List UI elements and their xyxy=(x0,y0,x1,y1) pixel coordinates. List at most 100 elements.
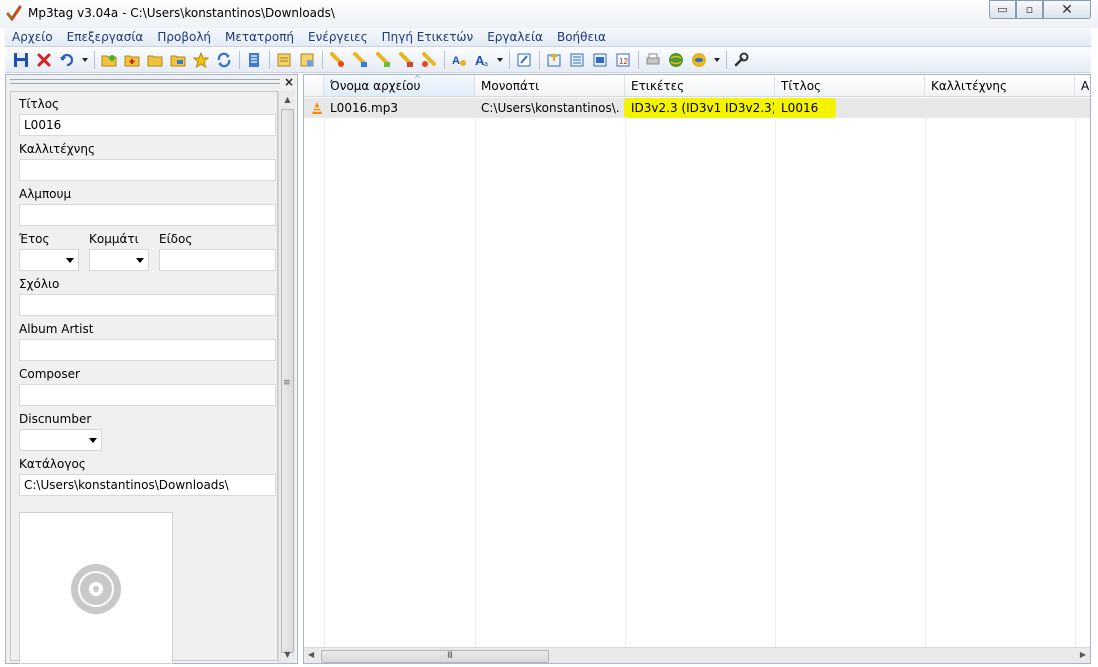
comment-field[interactable] xyxy=(19,294,276,316)
folder-icon[interactable] xyxy=(145,50,165,70)
refresh-icon[interactable] xyxy=(214,50,234,70)
column-header-more[interactable]: A xyxy=(1075,75,1090,97)
menu-edit[interactable]: Επεξεργασία xyxy=(60,30,151,44)
album-label: Αλμπουμ xyxy=(19,187,72,201)
tag-to-filename-icon[interactable] xyxy=(274,50,294,70)
print-icon[interactable] xyxy=(643,50,663,70)
add-folder-icon[interactable] xyxy=(122,50,142,70)
tag-panel-scrollbar[interactable]: ▲ ≡ ▼ xyxy=(278,91,295,663)
toolbar-separator xyxy=(509,51,510,69)
edit-icon[interactable] xyxy=(514,50,534,70)
list-icon[interactable] xyxy=(244,50,264,70)
column-divider xyxy=(925,97,926,652)
case-dropdown-icon[interactable] xyxy=(495,50,505,70)
menu-actions[interactable]: Ενέργειες xyxy=(301,30,375,44)
album-field[interactable] xyxy=(19,204,276,226)
column-divider xyxy=(1075,97,1076,652)
column-header-path[interactable]: Μονοπάτι xyxy=(475,75,625,97)
scroll-grip: ≡ xyxy=(283,378,291,388)
panel-close-button[interactable]: × xyxy=(284,75,294,89)
actions-icon[interactable] xyxy=(373,50,393,70)
toolbar-separator xyxy=(726,51,727,69)
column-header-title[interactable]: Τίτλος xyxy=(775,75,925,97)
export-playlist-icon[interactable] xyxy=(544,50,564,70)
scroll-down-icon[interactable]: ▼ xyxy=(279,646,296,663)
filename-to-tag-icon[interactable] xyxy=(297,50,317,70)
scroll-right-icon[interactable]: ▶ xyxy=(1080,650,1086,659)
case-conversion-icon[interactable]: A xyxy=(449,50,469,70)
scroll-left-icon[interactable]: ◀ xyxy=(308,650,314,659)
year-combo[interactable] xyxy=(19,249,79,271)
import-icon[interactable] xyxy=(350,50,370,70)
table-row[interactable]: L0016.mp3 C:\Users\konstantinos\... ID3v… xyxy=(304,98,1090,118)
title-field[interactable]: L0016 xyxy=(19,114,276,136)
composer-label: Composer xyxy=(19,367,80,381)
vlc-file-icon xyxy=(310,101,324,118)
undo-dropdown-icon[interactable] xyxy=(80,50,90,70)
artist-field[interactable] xyxy=(19,159,276,181)
save-icon[interactable] xyxy=(11,50,31,70)
menu-tag-sources[interactable]: Πηγή Ετικετών xyxy=(375,30,481,44)
mp3tag-app-icon xyxy=(6,5,22,22)
playlist-icon[interactable] xyxy=(567,50,587,70)
menu-convert[interactable]: Μετατροπή xyxy=(218,30,301,44)
file-list: ^ Όνομα αρχείου Μονοπάτι Ετικέτες Τίτλος… xyxy=(303,74,1091,664)
chevron-down-icon xyxy=(136,258,144,263)
column-header-icon[interactable] xyxy=(304,75,324,97)
open-folder-icon[interactable] xyxy=(99,50,119,70)
menu-view[interactable]: Προβολή xyxy=(150,30,218,44)
cd-placeholder-icon xyxy=(71,564,121,614)
tag-panel: × Τίτλος L0016 Καλλιτέχνης Αλμπουμ Έτος … xyxy=(5,74,298,664)
window-title: Mp3tag v3.04a - C:\Users\konstantinos\Do… xyxy=(28,6,335,20)
track-label: Κομμάτι xyxy=(89,232,139,246)
menu-tools[interactable]: Εργαλεία xyxy=(480,30,550,44)
menu-bar: Αρχείο Επεξεργασία Προβολή Μετατροπή Ενέ… xyxy=(5,28,1091,47)
column-header-filename[interactable]: ^ Όνομα αρχείου xyxy=(324,75,475,97)
tag-panel-header: × xyxy=(6,75,297,89)
maximize-button[interactable]: ▫ xyxy=(1016,0,1043,19)
column-header-artist[interactable]: Καλλιτέχνης xyxy=(925,75,1075,97)
close-button[interactable]: ✕ xyxy=(1043,0,1091,19)
chevron-down-icon xyxy=(89,438,97,443)
actions-quick-icon[interactable] xyxy=(396,50,416,70)
undo-icon[interactable] xyxy=(57,50,77,70)
column-header-label: A xyxy=(1081,79,1090,93)
minimize-icon: ▭ xyxy=(997,3,1008,16)
web-source-icon[interactable] xyxy=(666,50,686,70)
menu-file[interactable]: Αρχείο xyxy=(5,30,60,44)
svg-text:A: A xyxy=(452,55,460,67)
export-icon[interactable] xyxy=(327,50,347,70)
menu-help[interactable]: Βοήθεια xyxy=(550,30,613,44)
column-divider xyxy=(475,97,476,652)
directory-field[interactable]: C:\Users\konstantinos\Downloads\ xyxy=(19,474,276,496)
cover-art-box[interactable] xyxy=(19,512,173,664)
toolbar-separator xyxy=(269,51,270,69)
panel-grip[interactable] xyxy=(10,79,280,84)
toolbar: A Aa 12 xyxy=(5,48,1091,73)
folder-favorites-icon[interactable] xyxy=(168,50,188,70)
web-source-dropdown-icon[interactable] xyxy=(712,50,722,70)
column-header-tags[interactable]: Ετικέτες xyxy=(625,75,775,97)
settings-wrench-icon[interactable] xyxy=(731,50,751,70)
action-group-icon[interactable] xyxy=(419,50,439,70)
composer-field[interactable] xyxy=(19,384,276,406)
playlist-2-icon[interactable] xyxy=(590,50,610,70)
directory-label: Κατάλογος xyxy=(19,457,86,471)
star-icon[interactable] xyxy=(191,50,211,70)
scroll-up-icon[interactable]: ▲ xyxy=(279,91,296,108)
svg-text:a: a xyxy=(484,61,488,68)
numbering-icon[interactable]: 12 xyxy=(613,50,633,70)
genre-combo[interactable] xyxy=(159,249,276,271)
file-list-hscrollbar[interactable]: ◀ III ▶ xyxy=(304,647,1090,663)
album-artist-field[interactable] xyxy=(19,339,276,361)
chevron-down-icon xyxy=(66,258,74,263)
column-header-label: Μονοπάτι xyxy=(481,79,540,93)
hscroll-thumb[interactable]: III xyxy=(321,650,549,663)
track-combo[interactable] xyxy=(89,249,149,271)
web-source-select-icon[interactable] xyxy=(689,50,709,70)
delete-icon[interactable] xyxy=(34,50,54,70)
toolbar-separator xyxy=(539,51,540,69)
case-icon[interactable]: Aa xyxy=(472,50,492,70)
minimize-button[interactable]: ▭ xyxy=(989,0,1016,19)
discnumber-combo[interactable] xyxy=(19,429,102,451)
